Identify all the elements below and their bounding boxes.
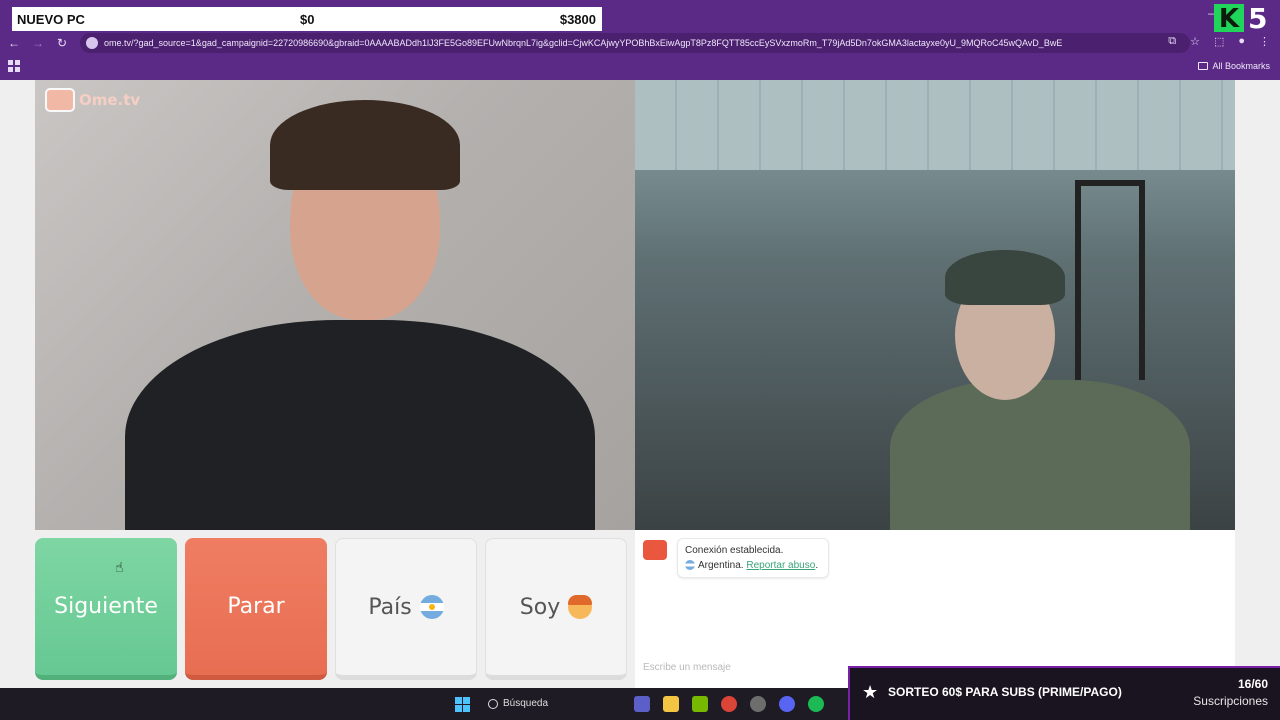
url-text: ome.tv/?gad_source=1&gad_campaignid=2272…	[104, 38, 1063, 48]
boy-face-icon	[568, 595, 593, 619]
giveaway-title: SORTEO 60$ PARA SUBS (PRIME/PAGO)	[888, 685, 1122, 699]
message-input[interactable]: Escribe un mensaje	[643, 662, 731, 673]
tv-icon	[45, 88, 75, 112]
gym-machine	[1075, 180, 1145, 380]
streamer-cap	[945, 250, 1065, 305]
ometv-logo: Ome.tv	[45, 88, 140, 112]
forward-icon[interactable]: →	[30, 35, 46, 51]
file-explorer-icon[interactable]	[663, 696, 679, 712]
donation-goal-bar: NUEVO PC $0 $3800	[12, 7, 602, 31]
all-bookmarks-label: All Bookmarks	[1212, 61, 1270, 71]
chrome-icon[interactable]	[721, 696, 737, 712]
stop-button[interactable]: Parar	[185, 538, 327, 680]
all-bookmarks-button[interactable]: All Bookmarks	[1198, 61, 1270, 71]
chat-panel: Conexión establecida. Argentina. Reporta…	[635, 530, 1235, 688]
stop-label: Parar	[227, 594, 285, 619]
toolbar-actions: ⧉ ☆ ⬚ ● ⋮	[1168, 35, 1270, 48]
stranger-hair	[270, 100, 460, 190]
steam-icon[interactable]	[750, 696, 766, 712]
report-abuse-link[interactable]: Reportar abuso	[746, 560, 815, 571]
country-button[interactable]: País	[335, 538, 477, 680]
kick-logo: K	[1214, 4, 1244, 34]
url-input[interactable]: ome.tv/?gad_source=1&gad_campaignid=2272…	[80, 33, 1190, 53]
apps-grid-icon[interactable]	[8, 60, 20, 72]
spotify-icon[interactable]	[808, 696, 824, 712]
gender-label: Soy	[519, 594, 561, 620]
gender-button[interactable]: Soy	[485, 538, 627, 680]
country-label: País	[368, 594, 412, 620]
ceiling	[635, 80, 1235, 170]
ometv-chat-icon	[643, 540, 667, 560]
menu-icon[interactable]: ⋮	[1259, 35, 1270, 48]
stranger-video: Ome.tv	[35, 80, 635, 530]
windows-start-icon[interactable]	[455, 697, 470, 712]
folder-icon	[1198, 62, 1209, 70]
browser-titlebar: NUEVO PC $0 $3800 — K 5	[0, 0, 1280, 35]
taskbar: Búsqueda	[0, 688, 848, 720]
back-icon[interactable]: ←	[6, 35, 22, 51]
taskbar-search[interactable]: Búsqueda	[485, 694, 625, 714]
flag-small-icon	[685, 560, 695, 571]
connection-status: Conexión establecida.	[685, 545, 784, 556]
next-label: Siguiente	[54, 594, 158, 619]
hand-cursor-icon: ☝	[115, 560, 124, 576]
extensions-icon[interactable]: ⬚	[1214, 35, 1224, 48]
sub-count: 16/60	[1237, 677, 1268, 691]
discord-icon[interactable]	[779, 696, 795, 712]
self-video	[635, 80, 1235, 530]
profile-icon[interactable]: ●	[1238, 35, 1245, 48]
sub-label: Suscripciones	[1193, 694, 1268, 708]
next-button[interactable]: Siguiente ☝	[35, 538, 177, 680]
star-icon: ★	[862, 682, 879, 702]
site-info-icon[interactable]	[86, 37, 98, 49]
nvidia-icon[interactable]	[692, 696, 708, 712]
reload-icon[interactable]: ↻	[54, 35, 70, 51]
goal-title: NUEVO PC	[17, 11, 85, 27]
channel-logo-number: 5	[1248, 2, 1268, 35]
system-message: Conexión establecida. Argentina. Reporta…	[677, 538, 829, 578]
teams-icon[interactable]	[634, 696, 650, 712]
address-bar-row: ← → ↻ ome.tv/?gad_source=1&gad_campaigni…	[0, 32, 1280, 54]
stranger-body	[125, 320, 595, 530]
country-name: Argentina.	[698, 560, 744, 571]
streamer-body	[890, 380, 1190, 530]
argentina-flag-icon	[419, 595, 444, 619]
sub-goal-overlay: ★ SORTEO 60$ PARA SUBS (PRIME/PAGO) 16/6…	[848, 666, 1280, 720]
bookmarks-bar: All Bookmarks	[0, 54, 1280, 80]
cast-icon[interactable]: ⧉	[1168, 35, 1176, 48]
country-line: Argentina. Reportar abuso.	[685, 558, 821, 573]
goal-target: $3800	[559, 11, 596, 27]
ometv-page: Ome.tv Siguiente ☝ Parar País Soy Conexi…	[0, 80, 1280, 688]
bookmark-star-icon[interactable]: ☆	[1190, 35, 1200, 48]
goal-current: $0	[300, 11, 315, 27]
